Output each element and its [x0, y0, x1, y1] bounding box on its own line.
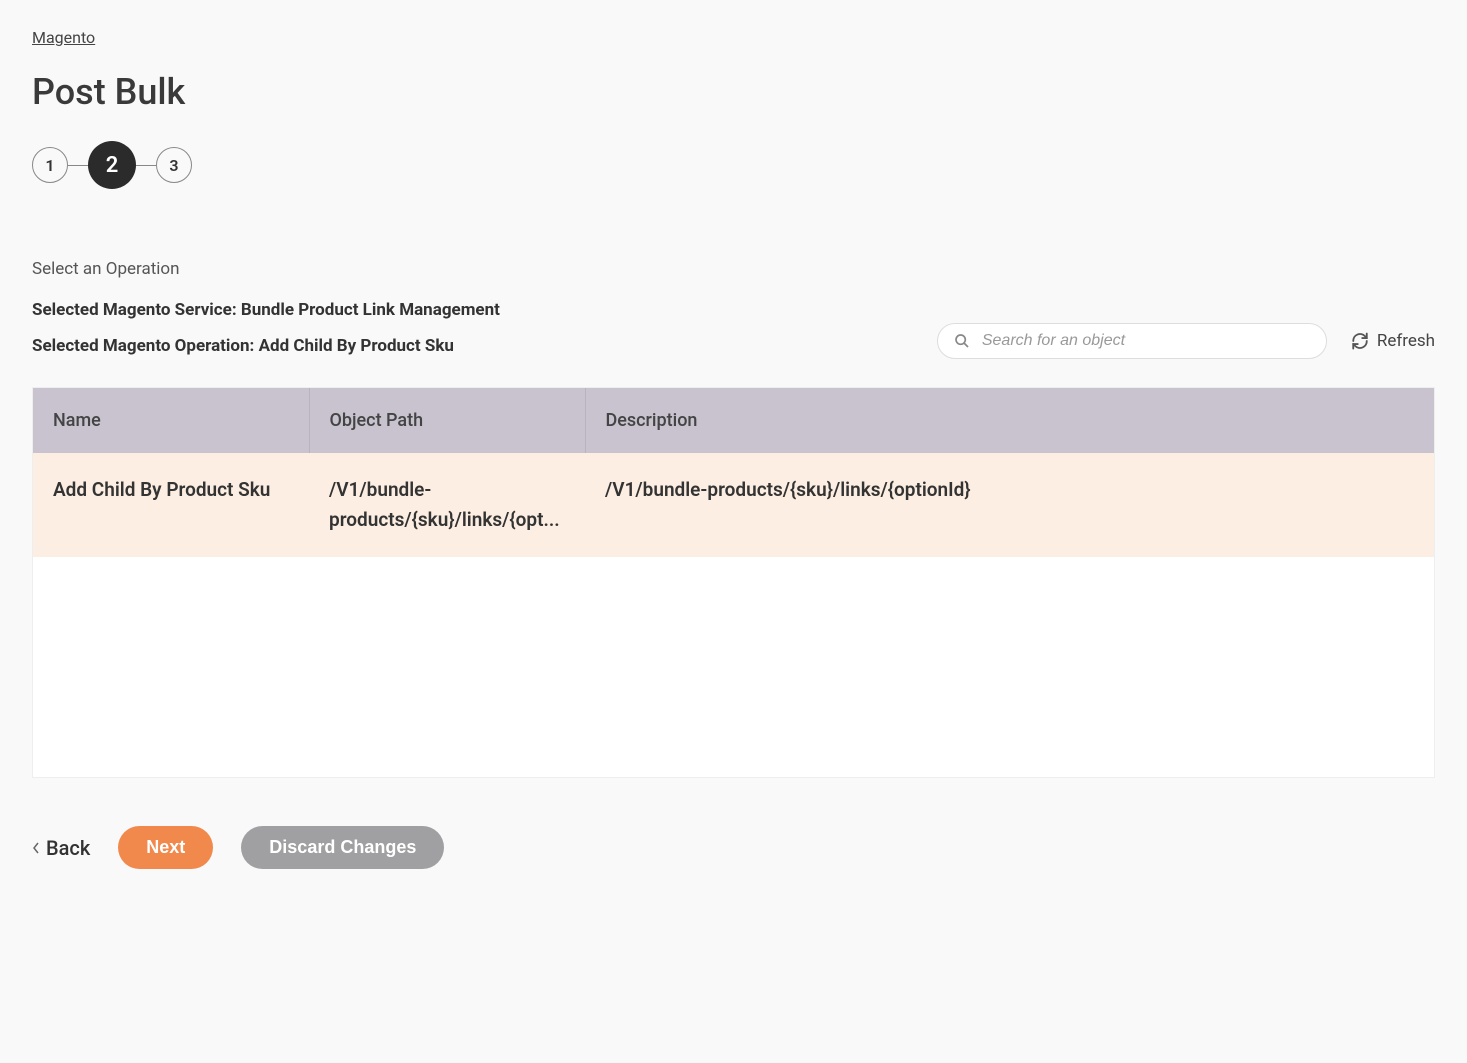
discard-button[interactable]: Discard Changes	[241, 826, 444, 869]
column-header-path[interactable]: Object Path	[309, 388, 585, 453]
cell-path: /V1/bundle-products/{sku}/links/{opt...	[309, 453, 585, 558]
back-button[interactable]: Back	[32, 836, 90, 860]
selected-operation: Selected Magento Operation: Add Child By…	[32, 335, 500, 359]
cell-name: Add Child By Product Sku	[33, 453, 309, 558]
section-label: Select an Operation	[32, 259, 1435, 279]
refresh-button[interactable]: Refresh	[1351, 331, 1435, 351]
breadcrumb-link[interactable]: Magento	[32, 28, 95, 47]
step-connector	[68, 165, 88, 166]
step-1[interactable]: 1	[32, 147, 68, 183]
refresh-label: Refresh	[1377, 331, 1435, 351]
footer-actions: Back Next Discard Changes	[32, 826, 1435, 869]
cell-description: /V1/bundle-products/{sku}/links/{optionI…	[585, 453, 1434, 558]
operations-table: Name Object Path Description Add Child B…	[32, 387, 1435, 779]
column-header-name[interactable]: Name	[33, 388, 309, 453]
selected-service: Selected Magento Service: Bundle Product…	[32, 299, 500, 323]
back-label: Back	[46, 836, 90, 860]
refresh-icon	[1351, 332, 1369, 350]
table-empty-space	[33, 557, 1434, 777]
step-2[interactable]: 2	[88, 141, 136, 189]
search-input[interactable]	[982, 332, 1310, 350]
step-connector	[136, 165, 156, 166]
chevron-left-icon	[32, 841, 40, 855]
step-3[interactable]: 3	[156, 147, 192, 183]
stepper: 1 2 3	[32, 141, 1435, 189]
search-field[interactable]	[937, 323, 1327, 359]
search-icon	[954, 333, 970, 349]
next-button[interactable]: Next	[118, 826, 213, 869]
page-title: Post Bulk	[32, 71, 1435, 113]
column-header-description[interactable]: Description	[585, 388, 1434, 453]
table-row[interactable]: Add Child By Product Sku /V1/bundle-prod…	[33, 453, 1434, 558]
